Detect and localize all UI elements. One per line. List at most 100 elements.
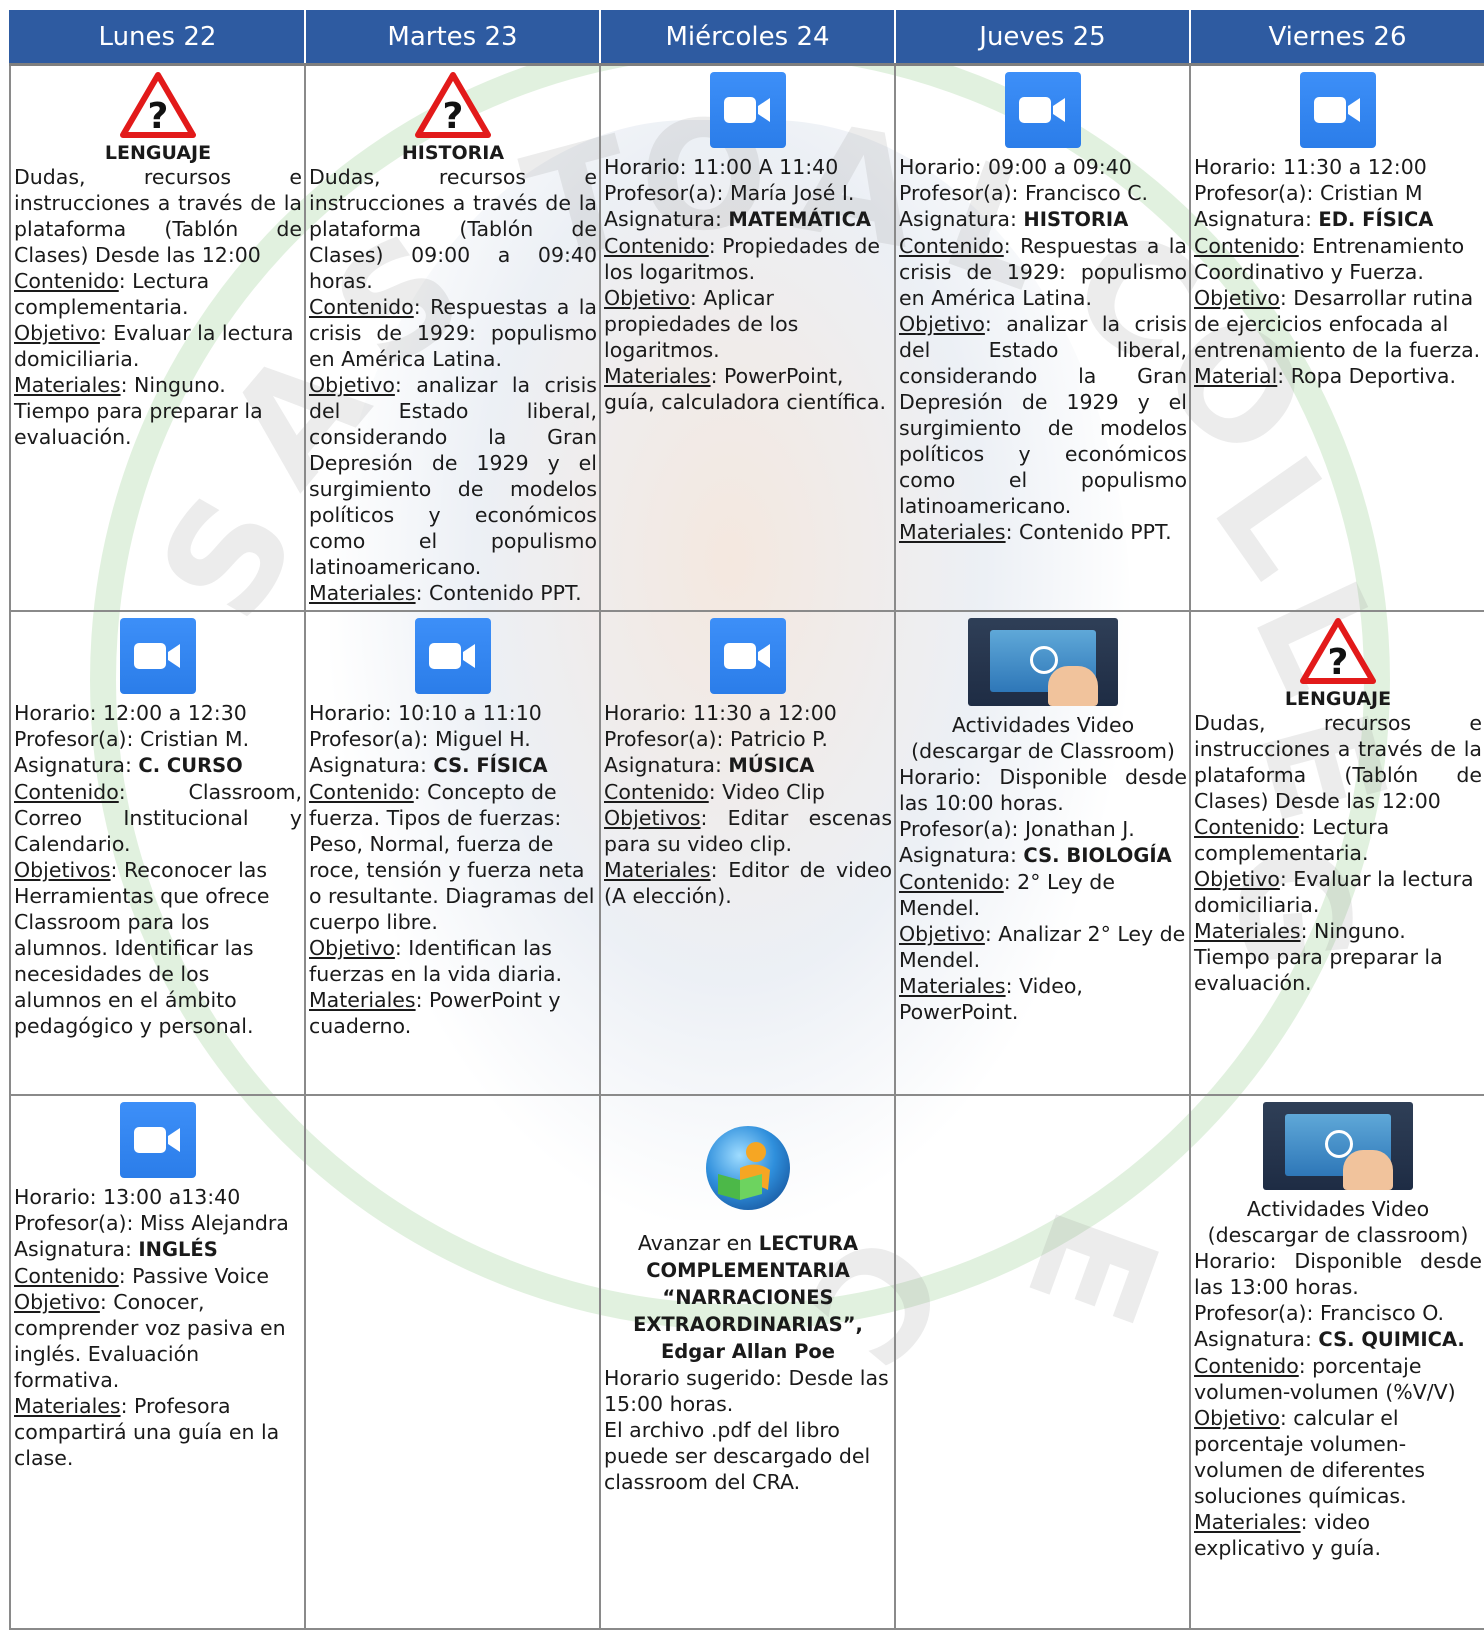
field-text: : analizar la crisis del Estado liberal,…: [309, 373, 597, 579]
day-header: Jueves 25: [894, 10, 1191, 66]
field-text: El archivo .pdf del libro puede ser desc…: [604, 1418, 871, 1494]
zoom-icon: [415, 618, 491, 694]
cell-line: Tiempo para preparar la evaluación.: [14, 398, 302, 450]
field-text: Asignatura:: [899, 207, 1024, 231]
cell-line: Contenido: Entrenamiento Coordinativo y …: [1194, 233, 1482, 285]
schedule-cell: [894, 1094, 1191, 1630]
field-label: Contenido: [1194, 234, 1299, 258]
reading-author: Edgar Allan Poe: [660, 1340, 835, 1363]
cell-line: Contenido: Video Clip: [604, 779, 892, 805]
reading-prefix: Avanzar en: [637, 1231, 759, 1255]
schedule-cell: ? LENGUAJE Dudas, recursos e instrucciones…: [1189, 610, 1484, 1096]
warning-icon-wrap: ?: [14, 72, 302, 140]
subject-title: HISTORIA: [401, 142, 505, 164]
zoom-icon-wrap: [309, 618, 597, 698]
field-text: Horario: 11:30 a 12:00: [604, 701, 837, 725]
field-label: Material: [1194, 364, 1278, 388]
svg-text:?: ?: [443, 96, 464, 137]
schedule-cell: Horario: 12:00 a 12:30 Profesor(a): Crist…: [9, 610, 306, 1096]
cell-line: Asignatura: CS. BIOLOGÍA: [899, 842, 1187, 869]
subject-name: ED. FÍSICA: [1318, 208, 1434, 231]
cell-line: Objetivo: analizar la crisis del Estado …: [899, 311, 1187, 519]
cell-line: Asignatura: C. CURSO: [14, 752, 302, 779]
cell-line: Contenido: Respuestas a la crisis de 192…: [309, 294, 597, 372]
schedule-row: Horario: 12:00 a 12:30 Profesor(a): Crist…: [9, 610, 1484, 1096]
field-label: Objetivo: [1194, 867, 1280, 891]
field-label: Materiales: [604, 858, 711, 882]
day-header: Lunes 22: [9, 10, 306, 66]
field-text: Asignatura:: [604, 753, 729, 777]
subject-title: LENGUAJE: [1284, 688, 1392, 710]
field-label: Materiales: [309, 581, 416, 605]
cell-line: Materiales: Editor de video (A elección)…: [604, 857, 892, 909]
day-header: Miércoles 24: [599, 10, 896, 66]
field-text: : Ninguno.: [120, 373, 226, 397]
reading-book-icon-wrap: [604, 1124, 892, 1224]
cell-line: Profesor(a): María José I.: [604, 180, 892, 206]
reading-book-icon: [704, 1124, 792, 1218]
field-text: Profesor(a): Cristian M: [1194, 181, 1423, 205]
cell-line: Profesor(a): Francisco C.: [899, 180, 1187, 206]
field-label: Objetivo: [14, 1290, 100, 1314]
cell-line: Profesor(a): Miguel H.: [309, 726, 597, 752]
field-label: Objetivo: [309, 373, 395, 397]
warning-question-icon: ?: [1300, 618, 1376, 690]
field-label: Materiales: [604, 364, 711, 388]
video-lesson-icon: [1263, 1102, 1413, 1190]
field-label: Contenido: [309, 780, 414, 804]
cell-line: Contenido: 2° Ley de Mendel.: [899, 869, 1187, 921]
cell-line: Materiales: Ninguno.: [14, 372, 302, 398]
subject-name: C. CURSO: [138, 754, 243, 777]
video-lesson-icon-wrap: [1194, 1102, 1482, 1194]
field-label: Contenido: [899, 234, 1004, 258]
cell-line: Objetivo: Aplicar propiedades de los log…: [604, 285, 892, 363]
field-text: Horario: 09:00 a 09:40: [899, 155, 1132, 179]
field-text: Asignatura:: [604, 207, 729, 231]
field-text: : Ninguno.: [1300, 919, 1406, 943]
cell-line: Materiales: Contenido PPT.: [309, 580, 597, 606]
schedule-cell: Actividades Video (descargar de Classroom…: [894, 610, 1191, 1096]
subject-name: CS. QUIMICA.: [1318, 1328, 1465, 1351]
field-text: Horario sugerido: Desde las 15:00 horas.: [604, 1366, 889, 1416]
field-label: Contenido: [14, 780, 119, 804]
cell-line: Asignatura: CS. FÍSICA: [309, 752, 597, 779]
zoom-icon: [710, 618, 786, 694]
cell-line: Objetivo: Conocer, comprender voz pasiva…: [14, 1289, 302, 1393]
activity-heading: (descargar de Classroom): [911, 739, 1175, 763]
field-text: : Reconocer las Herramientas que ofrece …: [14, 858, 270, 1038]
field-label: Materiales: [899, 520, 1006, 544]
field-text: Tiempo para preparar la evaluación.: [1194, 945, 1443, 995]
cell-line: Objetivo: Analizar 2° Ley de Mendel.: [899, 921, 1187, 973]
activity-heading: (descargar de classroom): [1207, 1223, 1469, 1247]
cell-line: Horario: 09:00 a 09:40: [899, 154, 1187, 180]
cell-line: Dudas, recursos e instrucciones a través…: [14, 164, 302, 268]
field-label: Objetivo: [1194, 286, 1280, 310]
field-label: Materiales: [309, 988, 416, 1012]
field-label: Materiales: [899, 974, 1006, 998]
field-text: Horario: 12:00 a 12:30: [14, 701, 247, 725]
cell-line: Contenido: Lectura complementaria.: [1194, 814, 1482, 866]
cell-line: Objetivo: Identifican las fuerzas en la …: [309, 935, 597, 987]
cell-line: Dudas, recursos e instrucciones a través…: [309, 164, 597, 294]
subject-name: CS. FÍSICA: [433, 754, 548, 777]
schedule-cell: ? LENGUAJE Dudas, recursos e instrucciones…: [9, 63, 306, 612]
zoom-icon-wrap: [14, 1102, 302, 1182]
field-text: Dudas, recursos e instrucciones a través…: [1194, 711, 1482, 813]
cell-line: Asignatura: HISTORIA: [899, 206, 1187, 233]
video-lesson-icon-wrap: [899, 618, 1187, 710]
cell-line: Materiales: Contenido PPT.: [899, 519, 1187, 545]
field-text: Profesor(a): Miguel H.: [309, 727, 531, 751]
subject-title: LENGUAJE: [104, 142, 212, 164]
cell-line: Asignatura: ED. FÍSICA: [1194, 206, 1482, 233]
cell-line: El archivo .pdf del libro puede ser desc…: [604, 1417, 892, 1495]
cell-line: Materiales: Profesora compartirá una guí…: [14, 1393, 302, 1471]
field-label: Contenido: [14, 269, 119, 293]
cell-line: Horario: 11:00 A 11:40: [604, 154, 892, 180]
warning-icon-wrap: ?: [309, 72, 597, 140]
schedule-cell: Horario: 11:30 a 12:00 Profesor(a): Patri…: [599, 610, 896, 1096]
field-label: Objetivo: [309, 936, 395, 960]
cell-line: Contenido: Classroom, Correo Institucion…: [14, 779, 302, 857]
field-text: Profesor(a): Jonathan J.: [899, 817, 1135, 841]
warning-question-icon: ?: [415, 72, 491, 144]
field-label: Contenido: [604, 234, 709, 258]
